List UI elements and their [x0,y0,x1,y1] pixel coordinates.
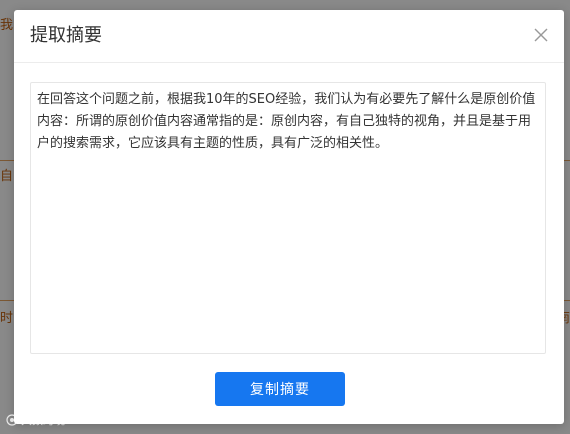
close-button[interactable] [532,26,550,44]
dialog-title: 提取摘要 [30,25,102,46]
watermark-text: 大数跨境 [21,414,65,427]
copy-summary-button[interactable]: 复制摘要 [215,372,345,406]
extract-summary-dialog: 提取摘要 在回答这个问题之前，根据我10年的SEO经验，我们认为有必要先了解什么… [14,10,564,424]
summary-textarea[interactable]: 在回答这个问题之前，根据我10年的SEO经验，我们认为有必要先了解什么是原创价值… [30,82,546,354]
watermark: 大数跨境 [6,412,65,428]
close-icon [534,28,548,42]
dialog-header: 提取摘要 [14,10,564,63]
watermark-logo-icon [6,414,18,426]
